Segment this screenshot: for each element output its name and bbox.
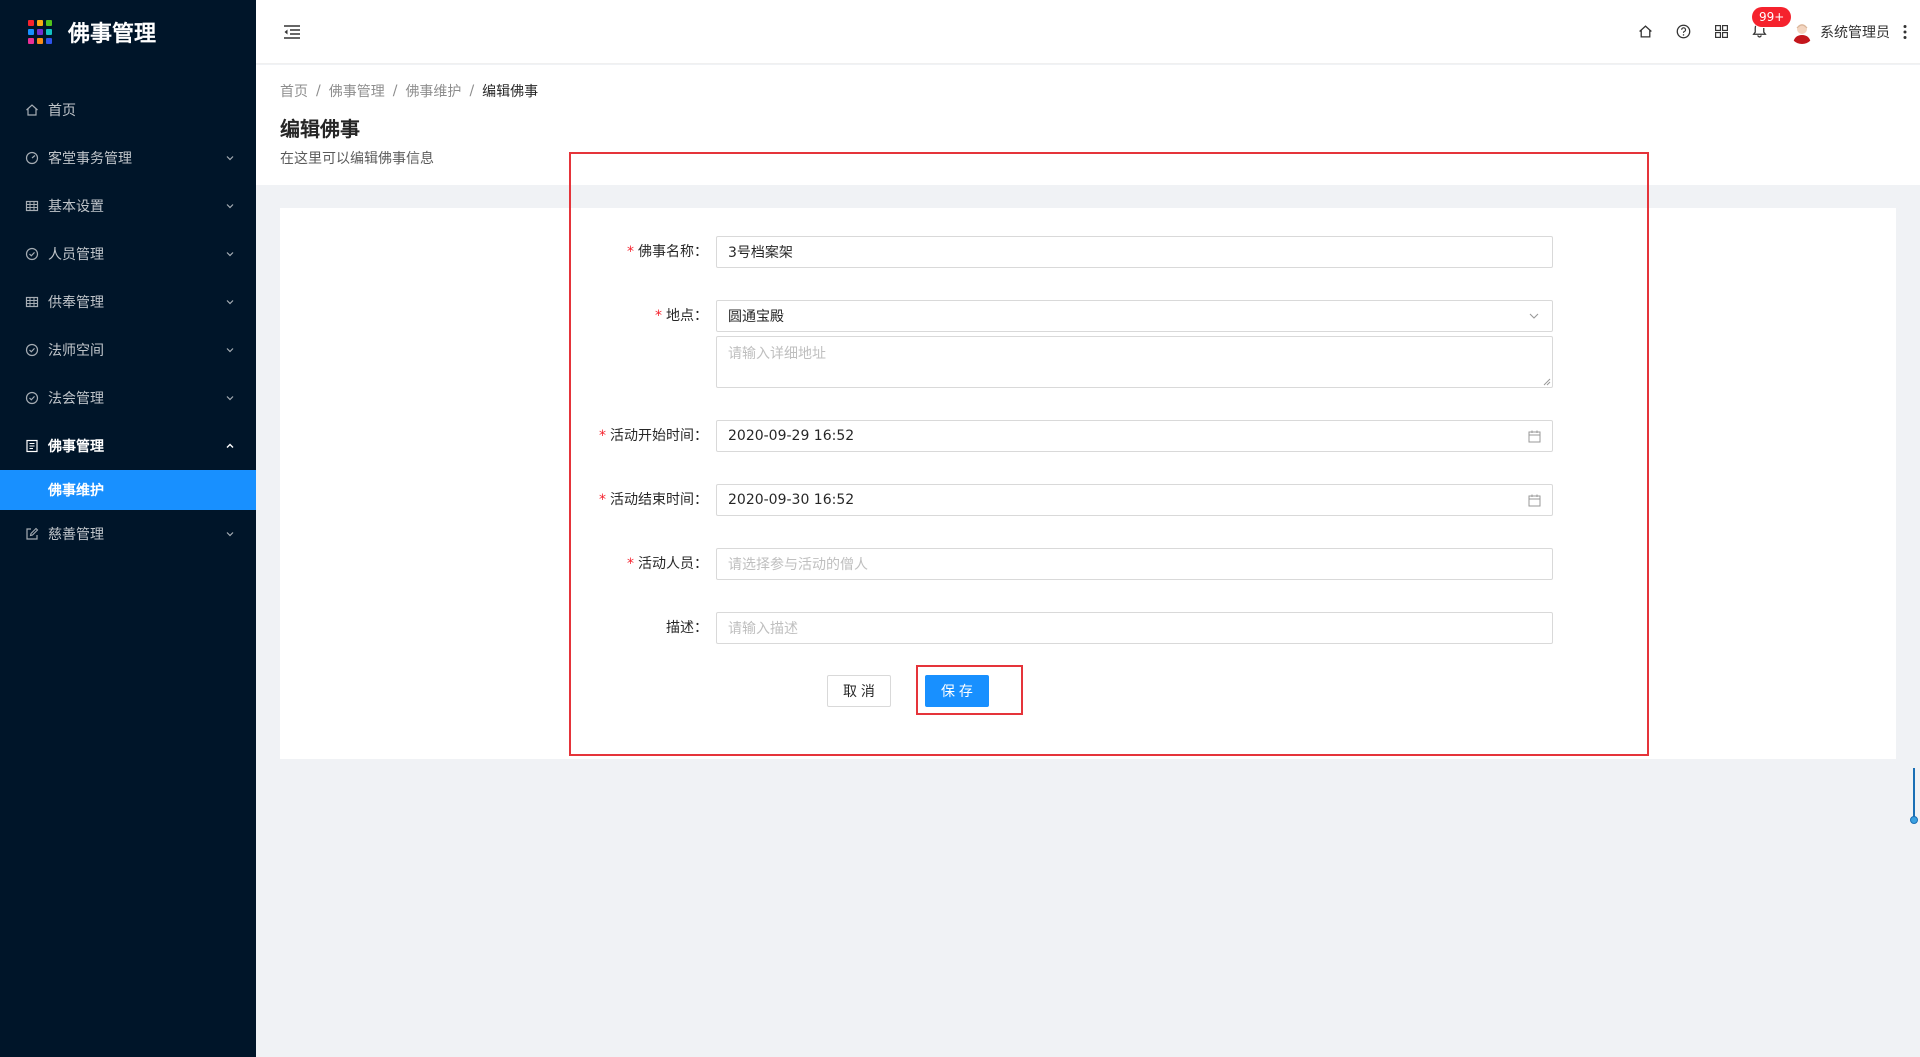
breadcrumb-maintenance[interactable]: 佛事维护: [405, 81, 461, 101]
chevron-down-icon: [224, 296, 236, 308]
logo-dot: [37, 20, 43, 26]
breadcrumb-current: 编辑佛事: [482, 84, 539, 100]
sidebar-subitem-buddhist-maintenance[interactable]: 佛事维护: [0, 470, 256, 510]
sidebar-item-label: 基本设置: [48, 199, 104, 215]
notification-badge: 99+: [1752, 6, 1792, 27]
logo-dot: [46, 29, 52, 35]
breadcrumb-home[interactable]: 首页: [280, 81, 308, 101]
logo-dot: [46, 20, 52, 26]
sidebar-item-label: 法会管理: [48, 391, 104, 407]
page-title: 编辑佛事: [280, 117, 360, 141]
grid-dots-icon: [28, 20, 52, 44]
logo-dot: [37, 38, 43, 44]
sidebar-subitem-label: 佛事维护: [48, 483, 104, 499]
sidebar-item-home[interactable]: 首页: [0, 86, 256, 134]
home-icon[interactable]: [1626, 13, 1664, 51]
sidebar-item-label: 法师空间: [48, 343, 104, 359]
chevron-down-icon: [224, 392, 236, 404]
sidebar-item-buddhist-affairs[interactable]: 佛事管理: [0, 422, 256, 470]
breadcrumb-buddhist-affairs[interactable]: 佛事管理: [329, 81, 385, 101]
logo-dot: [46, 38, 52, 44]
top-header: 99+ 系统管理员: [256, 0, 1920, 64]
breadcrumb: 首页 / 佛事管理 / 佛事维护 / 编辑佛事: [280, 81, 1896, 101]
annotation-save-highlight: [916, 665, 1023, 715]
logo-dot: [28, 29, 34, 35]
chevron-down-icon: [224, 528, 236, 540]
logo-dot: [28, 20, 34, 26]
avatar: [1790, 19, 1814, 44]
chevron-down-icon: [224, 200, 236, 212]
question-circle-icon[interactable]: [1664, 13, 1702, 51]
sidebar-item-reception[interactable]: 客堂事务管理: [0, 134, 256, 182]
sidebar-item-master-space[interactable]: 法师空间: [0, 326, 256, 374]
menu-fold-icon[interactable]: [280, 20, 304, 44]
sidebar-item-label: 佛事管理: [48, 439, 104, 455]
logo-dot: [37, 29, 43, 35]
sidebar-item-dharma-assembly[interactable]: 法会管理: [0, 374, 256, 422]
more-vertical-icon[interactable]: [1890, 13, 1920, 51]
table-icon: [24, 294, 40, 310]
sidebar-item-offerings[interactable]: 供奉管理: [0, 278, 256, 326]
profile-icon: [24, 438, 40, 454]
breadcrumb-separator: /: [392, 83, 398, 99]
annotation-form-highlight: [569, 152, 1649, 756]
check-circle-icon: [24, 390, 40, 406]
chevron-down-icon: [224, 248, 236, 260]
appstore-icon[interactable]: [1702, 13, 1740, 51]
sidebar-item-label: 供奉管理: [48, 295, 104, 311]
sidebar-item-label: 客堂事务管理: [48, 151, 132, 167]
sidebar-item-personnel[interactable]: 人员管理: [0, 230, 256, 278]
dashboard-icon: [24, 150, 40, 166]
check-circle-icon: [24, 342, 40, 358]
sidebar-item-label: 首页: [48, 103, 76, 119]
sidebar: 佛事管理 首页 客堂事务管理 基本设置 人员管理 供奉管理 法师空间 法会管理 …: [0, 0, 256, 1057]
table-icon: [24, 198, 40, 214]
notification-button[interactable]: 99+: [1740, 6, 1792, 51]
header-actions: 99+ 系统管理员: [1626, 0, 1920, 64]
chevron-up-icon: [224, 440, 236, 452]
sidebar-item-charity[interactable]: 慈善管理: [0, 510, 256, 558]
form-edit-icon: [24, 526, 40, 542]
sidebar-menu: 首页 客堂事务管理 基本设置 人员管理 供奉管理 法师空间 法会管理 佛事管理 …: [0, 86, 256, 558]
chevron-down-icon: [224, 152, 236, 164]
logo-dot: [28, 38, 34, 44]
app-logo[interactable]: 佛事管理: [0, 0, 256, 64]
user-name: 系统管理员: [1820, 24, 1890, 41]
check-circle-icon: [24, 246, 40, 262]
home-icon: [24, 102, 40, 118]
sidebar-item-label: 人员管理: [48, 247, 104, 263]
sidebar-item-label: 慈善管理: [48, 527, 104, 543]
chevron-down-icon: [224, 344, 236, 356]
scroll-handle[interactable]: [1910, 768, 1918, 826]
sidebar-item-basic-settings[interactable]: 基本设置: [0, 182, 256, 230]
breadcrumb-separator: /: [316, 83, 321, 99]
breadcrumb-separator: /: [469, 83, 475, 99]
user-menu[interactable]: 系统管理员: [1790, 19, 1890, 44]
app-title: 佛事管理: [68, 22, 157, 47]
